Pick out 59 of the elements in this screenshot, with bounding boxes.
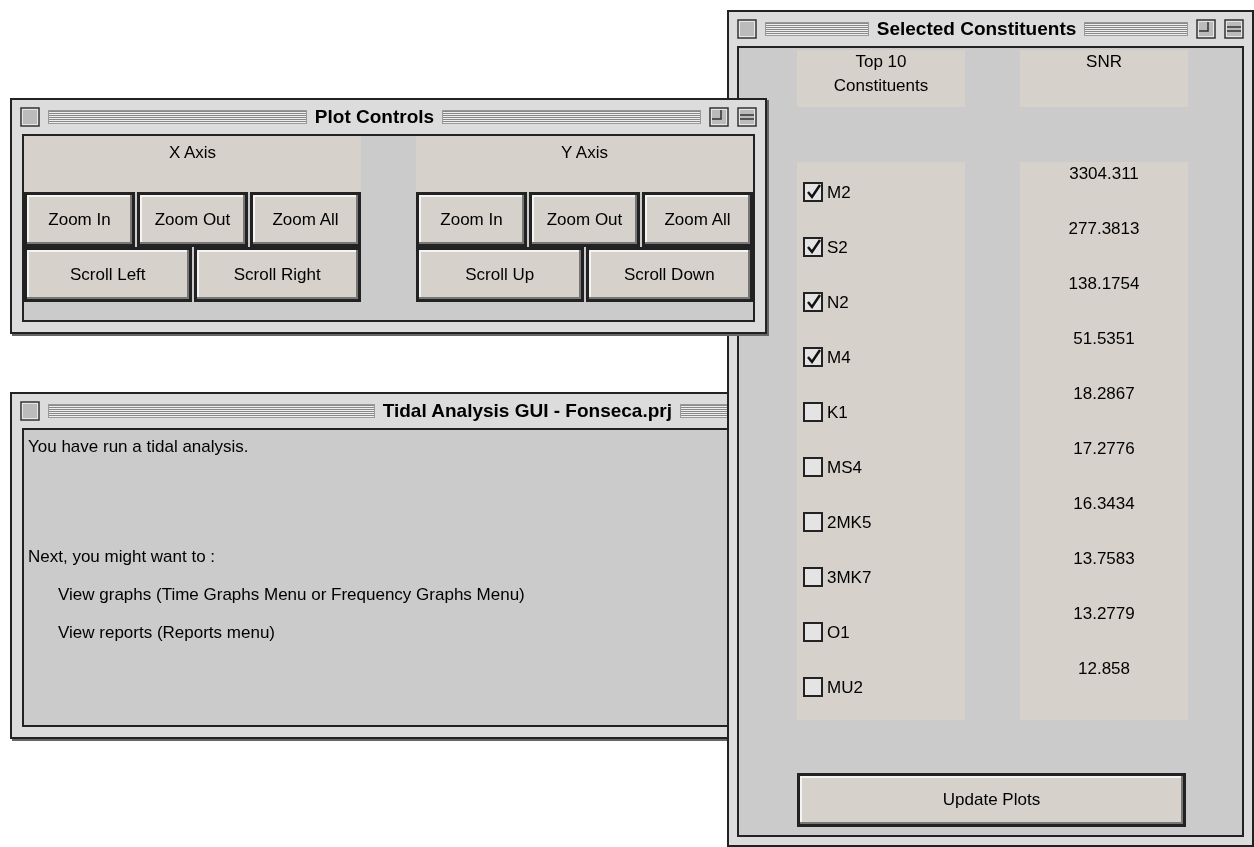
snr-value: 16.3434 [1072, 493, 1136, 515]
zoom-button[interactable]: Zoom Out [137, 192, 248, 247]
collapse-box-icon[interactable] [1224, 19, 1244, 39]
checkbox-label[interactable]: M4 [827, 347, 851, 369]
checkbox[interactable] [803, 512, 823, 532]
checkbox[interactable] [803, 622, 823, 642]
snr-value: 13.7583 [1072, 548, 1136, 570]
checkbox-label[interactable]: O1 [827, 622, 850, 644]
checkbox-label[interactable]: MS4 [827, 457, 862, 479]
zoom-button[interactable]: Zoom All [250, 192, 361, 247]
message-text: View reports (Reports menu) [57, 622, 276, 644]
close-box-icon[interactable] [20, 401, 40, 421]
snr-value: 138.1754 [1067, 273, 1141, 295]
column-header: Top 10 Constituents [797, 50, 965, 107]
checkbox-label[interactable]: MU2 [827, 677, 863, 699]
window-title: Selected Constituents [876, 16, 1077, 41]
snr-value: 3304.311 [1068, 163, 1140, 185]
zoom-box-icon[interactable] [1196, 19, 1216, 39]
checkbox-label[interactable]: 2MK5 [827, 512, 872, 534]
message-text: Next, you might want to : [28, 546, 217, 568]
checkbox[interactable] [803, 182, 823, 202]
axis-label: Y Axis [416, 136, 753, 192]
zoom-button[interactable]: Zoom All [642, 192, 753, 247]
scroll-button[interactable]: Scroll Down [585, 247, 753, 302]
axis-label: X Axis [24, 136, 361, 192]
checkbox-label[interactable]: K1 [827, 402, 848, 424]
checkbox[interactable] [803, 457, 823, 477]
snr-value: 17.2776 [1072, 438, 1136, 460]
snr-value: 12.858 [1077, 658, 1131, 680]
checkbox[interactable] [803, 347, 823, 367]
snr-value: 18.2867 [1072, 383, 1136, 405]
window-title: Plot Controls [314, 104, 435, 129]
zoom-button[interactable]: Zoom In [416, 192, 527, 247]
column-header: SNR [1020, 50, 1188, 107]
snr-value: 13.2779 [1072, 603, 1136, 625]
message-text: You have run a tidal analysis. [28, 436, 250, 458]
update-plots-button[interactable]: Update Plots [797, 773, 1186, 827]
checkbox[interactable] [803, 237, 823, 257]
snr-value: 277.3813 [1067, 218, 1141, 240]
close-box-icon[interactable] [20, 107, 40, 127]
scroll-button[interactable]: Scroll Right [193, 247, 361, 302]
message-text: View graphs (Time Graphs Menu or Frequency Graphs Menu) [57, 584, 526, 606]
snr-value: 51.5351 [1072, 328, 1136, 350]
checkbox-label[interactable]: N2 [827, 292, 849, 314]
zoom-button[interactable]: Zoom In [24, 192, 135, 247]
checkbox[interactable] [803, 402, 823, 422]
checkbox[interactable] [803, 677, 823, 697]
window-title: Tidal Analysis GUI - Fonseca.prj [382, 398, 672, 423]
checkbox-label[interactable]: 3MK7 [827, 567, 872, 589]
checkbox[interactable] [803, 292, 823, 312]
checkbox[interactable] [803, 567, 823, 587]
scroll-button[interactable]: Scroll Left [24, 247, 192, 302]
close-box-icon[interactable] [737, 19, 757, 39]
zoom-box-icon[interactable] [709, 107, 729, 127]
zoom-button[interactable]: Zoom Out [529, 192, 640, 247]
checkbox-label[interactable]: M2 [827, 182, 851, 204]
scroll-button[interactable]: Scroll Up [416, 247, 584, 302]
checkbox-label[interactable]: S2 [827, 237, 848, 259]
collapse-box-icon[interactable] [737, 107, 757, 127]
